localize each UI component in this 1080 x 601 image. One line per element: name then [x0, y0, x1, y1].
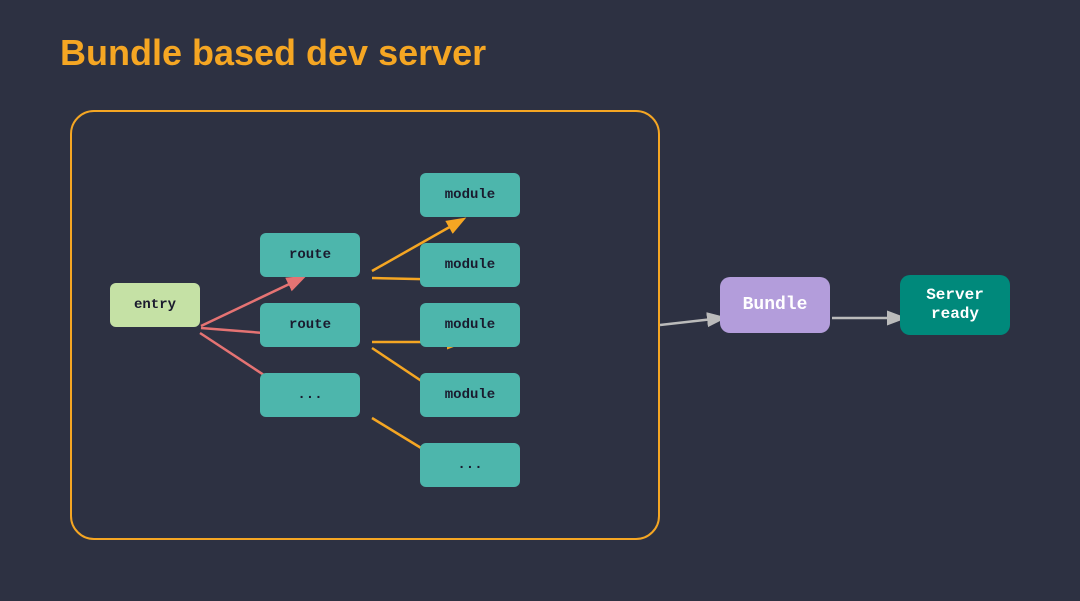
- bundle-node: Bundle: [720, 277, 830, 333]
- module3-node: module: [420, 303, 520, 347]
- diagram: entry route route ... module module modu…: [40, 90, 1050, 570]
- entry-node: entry: [110, 283, 200, 327]
- dots2-node: ...: [420, 443, 520, 487]
- module4-node: module: [420, 373, 520, 417]
- dots1-node: ...: [260, 373, 360, 417]
- route1-node: route: [260, 233, 360, 277]
- page-title: Bundle based dev server: [60, 32, 486, 74]
- module1-node: module: [420, 173, 520, 217]
- module2-node: module: [420, 243, 520, 287]
- route2-node: route: [260, 303, 360, 347]
- server-ready-node: Server ready: [900, 275, 1010, 335]
